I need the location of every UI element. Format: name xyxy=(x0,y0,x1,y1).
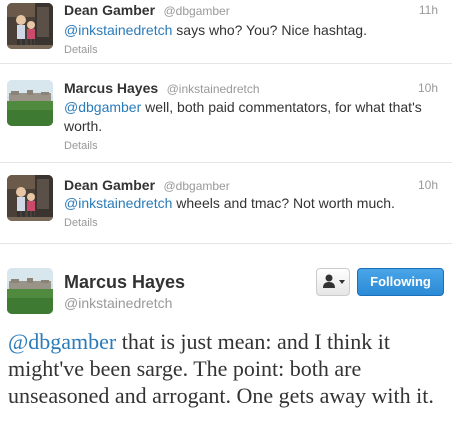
marcus-hayes-avatar-image xyxy=(7,80,53,126)
following-button[interactable]: Following xyxy=(357,268,444,296)
tweet-item[interactable]: Dean Gamber @dbgamber 11h @inkstainedret… xyxy=(0,0,452,64)
mention-link[interactable]: @inkstainedretch xyxy=(64,195,172,211)
username[interactable]: @inkstainedretch xyxy=(64,295,172,311)
tweet-body: wheels and tmac? Not worth much. xyxy=(172,195,395,211)
avatar[interactable] xyxy=(7,3,53,49)
marcus-hayes-avatar-image xyxy=(7,268,53,314)
tweet-conversation: Dean Gamber @dbgamber 11h @inkstainedret… xyxy=(0,0,452,442)
tweet-text: @dbgamber that is just mean: and I think… xyxy=(8,328,446,409)
username[interactable]: @dbgamber xyxy=(164,179,230,193)
timestamp[interactable]: 10h xyxy=(418,81,438,95)
details-link[interactable]: Details xyxy=(64,140,98,152)
fullname[interactable]: Dean Gamber xyxy=(64,2,155,18)
tweet-text: @inkstainedretch wheels and tmac? Not wo… xyxy=(64,194,440,213)
mention-link[interactable]: @dbgamber xyxy=(8,329,116,354)
mention-link[interactable]: @inkstainedretch xyxy=(64,22,172,38)
tweet-body: says who? You? Nice hashtag. xyxy=(172,22,367,38)
dean-gamber-avatar-image xyxy=(7,3,53,49)
dean-gamber-avatar-image xyxy=(7,175,53,221)
tweet-item[interactable]: Marcus Hayes @inkstainedretch 10h @dbgam… xyxy=(0,64,452,163)
timestamp[interactable]: 11h xyxy=(419,3,438,17)
username[interactable]: @inkstainedretch xyxy=(167,82,260,96)
fullname[interactable]: Marcus Hayes xyxy=(64,272,185,293)
avatar[interactable] xyxy=(7,80,53,126)
mention-link[interactable]: @dbgamber xyxy=(64,99,141,115)
tweet-header: Dean Gamber @dbgamber 11h xyxy=(64,2,438,20)
avatar[interactable] xyxy=(7,268,53,314)
fullname[interactable]: Marcus Hayes xyxy=(64,80,158,96)
fullname[interactable]: Dean Gamber xyxy=(64,177,155,193)
details-link[interactable]: Details xyxy=(64,217,98,229)
tweet-text: @inkstainedretch says who? You? Nice has… xyxy=(64,21,440,40)
details-link[interactable]: Details xyxy=(64,44,98,56)
person-icon xyxy=(323,274,345,288)
tweet-header: Dean Gamber @dbgamber 10h xyxy=(64,177,438,195)
avatar[interactable] xyxy=(7,175,53,221)
tweet-header: Marcus Hayes @inkstainedretch 10h xyxy=(64,80,438,98)
user-actions-button[interactable] xyxy=(316,268,350,296)
tweet-text: @dbgamber well, both paid commentators, … xyxy=(64,98,440,136)
tweet-item[interactable]: Dean Gamber @dbgamber 10h @inkstainedret… xyxy=(0,163,452,244)
username[interactable]: @dbgamber xyxy=(164,4,230,18)
caret-down-icon xyxy=(339,280,345,284)
timestamp[interactable]: 10h xyxy=(418,178,438,192)
